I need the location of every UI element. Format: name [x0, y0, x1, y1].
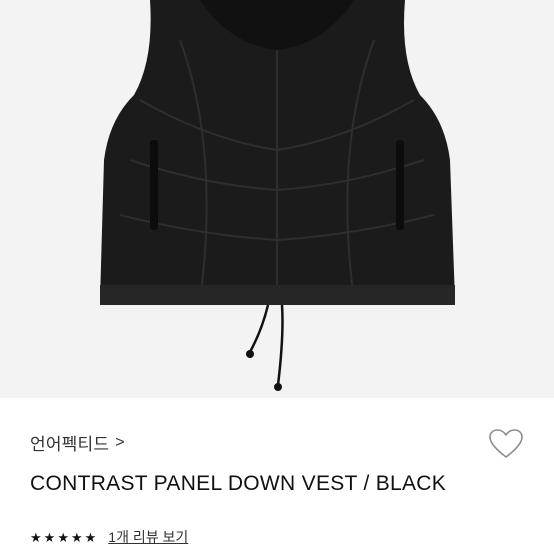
product-title: CONTRAST PANEL DOWN VEST / BLACK [30, 472, 447, 495]
star-icon: ★ [84, 529, 97, 545]
star-icon: ★ [43, 529, 56, 545]
wishlist-button[interactable] [488, 428, 524, 460]
star-icon: ★ [30, 529, 42, 545]
chevron-right-icon: > [115, 433, 125, 451]
product-image[interactable] [0, 0, 554, 398]
product-info: 언어펙티드 > CONTRAST PANEL DOWN VEST / BLACK… [0, 398, 554, 554]
vest-illustration [100, 0, 455, 391]
star-rating: ★ ★ ★ ★ ★ [30, 531, 96, 544]
star-icon: ★ [70, 529, 83, 545]
reviews-link[interactable]: 1개 리뷰 보기 [108, 527, 188, 547]
rating-row: ★ ★ ★ ★ ★ 1개 리뷰 보기 [30, 527, 188, 547]
star-icon: ★ [57, 529, 69, 545]
brand-name: 언어펙티드 [30, 435, 110, 454]
brand-link[interactable]: 언어펙티드 > [30, 430, 125, 455]
heart-outline-icon [489, 429, 523, 458]
